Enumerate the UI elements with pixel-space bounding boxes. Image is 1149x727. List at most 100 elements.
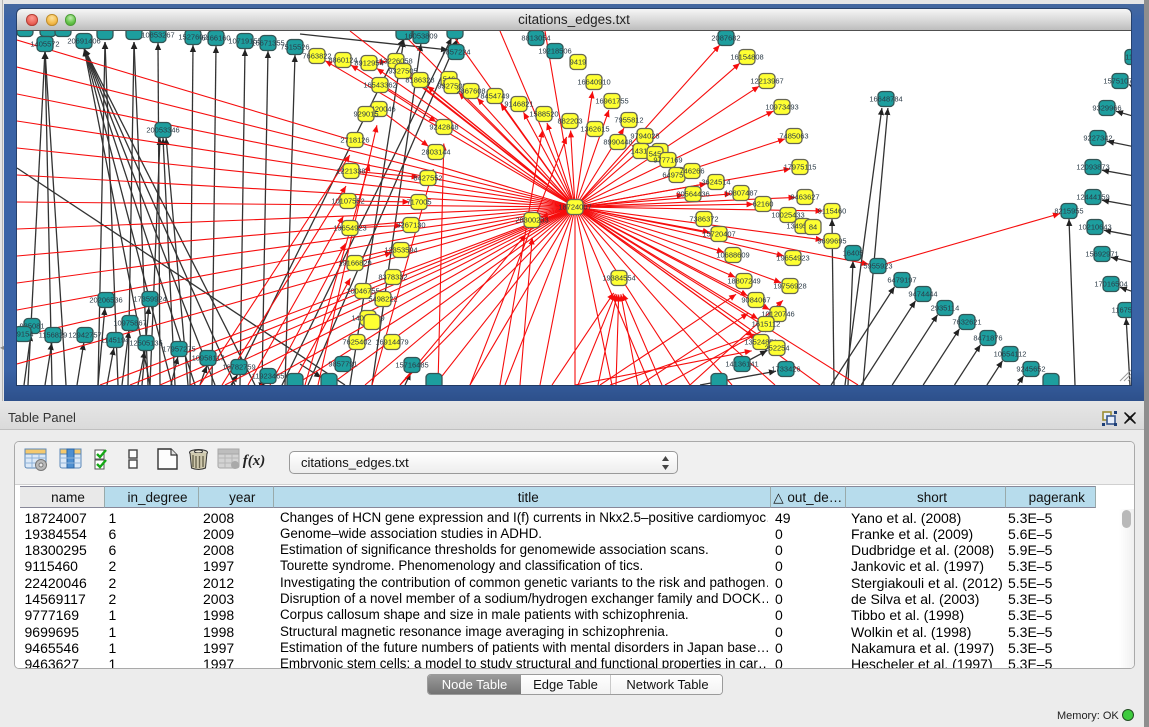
svg-text:16053809: 16053809 [404, 32, 437, 41]
svg-text:15692971: 15692971 [1085, 250, 1118, 259]
svg-text:20206536: 20206536 [89, 296, 122, 305]
svg-text:9699695: 9699695 [817, 237, 846, 246]
svg-text:929015: 929015 [353, 110, 378, 119]
svg-text:10807487: 10807487 [724, 189, 757, 198]
svg-text:2087682: 2087682 [711, 34, 740, 43]
svg-text:12444159: 12444159 [1076, 193, 1109, 202]
svg-text:7386372: 7386372 [689, 215, 718, 224]
svg-text:99154: 99154 [17, 330, 33, 339]
svg-text:8215955: 8215955 [1054, 207, 1083, 216]
svg-text:1145194: 1145194 [101, 336, 130, 345]
svg-text:1112: 1112 [1125, 53, 1131, 62]
svg-text:19218506: 19218506 [538, 47, 571, 56]
svg-text:8813054: 8813054 [521, 34, 550, 43]
svg-text:18724007: 18724007 [558, 203, 591, 212]
svg-text:16914479: 16914479 [375, 338, 408, 347]
svg-text:9329966: 9329966 [1092, 104, 1121, 113]
svg-text:16154808: 16154808 [730, 53, 763, 62]
svg-text:20691406: 20691406 [67, 37, 100, 46]
svg-text:3624514: 3624514 [701, 178, 730, 187]
svg-text:16405: 16405 [843, 249, 864, 258]
svg-text:17975115: 17975115 [784, 163, 817, 172]
svg-text:10654112: 10654112 [994, 350, 1027, 359]
svg-text:15720407: 15720407 [702, 230, 735, 239]
svg-text:7625402: 7625402 [342, 338, 371, 347]
svg-text:9419: 9419 [570, 58, 587, 67]
svg-text:10107552: 10107552 [331, 197, 364, 206]
svg-text:8860124: 8860124 [328, 56, 357, 65]
svg-text:15716485: 15716485 [395, 361, 428, 370]
svg-text:19166829: 19166829 [338, 259, 371, 268]
svg-text:12505135: 12505135 [129, 339, 162, 348]
svg-text:20564436: 20564436 [676, 190, 709, 199]
svg-text:7857224: 7857224 [441, 48, 470, 57]
svg-text:16543362: 16543362 [363, 81, 396, 90]
svg-text:7515526: 7515526 [280, 43, 309, 52]
svg-text:10973493: 10973493 [765, 103, 798, 112]
svg-text:1167533: 1167533 [1112, 306, 1131, 315]
svg-text:2718126: 2718126 [340, 136, 369, 145]
svg-text:16648784: 16648784 [869, 95, 902, 104]
svg-text:19654923: 19654923 [333, 224, 366, 233]
svg-text:1362615: 1362615 [580, 125, 609, 134]
svg-text:9794028: 9794028 [630, 132, 659, 141]
svg-text:12213967: 12213967 [750, 77, 783, 86]
svg-text:6466160: 6466160 [201, 34, 230, 43]
svg-text:2935114: 2935114 [931, 304, 960, 313]
svg-text:12942757: 12942757 [68, 331, 101, 340]
svg-text:62160: 62160 [753, 200, 774, 209]
svg-text:19654923: 19654923 [776, 254, 809, 263]
svg-text:18807249: 18807249 [727, 277, 760, 286]
svg-text:10975867: 10975867 [113, 319, 146, 328]
svg-text:28300233: 28300233 [515, 216, 548, 225]
svg-text:252254: 252254 [764, 344, 789, 353]
svg-text:17957275: 17957275 [162, 345, 195, 354]
svg-text:16961755: 16961755 [595, 97, 628, 106]
svg-text:9463627: 9463627 [790, 193, 819, 202]
svg-text:717005: 717005 [406, 198, 431, 207]
svg-text:9242848: 9242848 [429, 123, 458, 132]
svg-text:15751074: 15751074 [1103, 77, 1131, 86]
svg-text:882203: 882203 [557, 117, 582, 126]
svg-text:16640910: 16640910 [577, 78, 610, 87]
svg-text:17016504: 17016504 [1094, 280, 1127, 289]
svg-text:19756928: 19756928 [773, 282, 806, 291]
svg-text:1221338: 1221338 [336, 167, 365, 176]
svg-text:16782759: 16782759 [222, 363, 255, 372]
svg-text:8471876: 8471876 [973, 334, 1002, 343]
svg-text:3267130: 3267130 [396, 221, 425, 230]
svg-text:19384554: 19384554 [602, 274, 635, 283]
svg-text:10210643: 10210643 [1078, 223, 1111, 232]
svg-text:7632621: 7632621 [952, 318, 981, 327]
svg-text:1615112: 1615112 [752, 320, 781, 329]
svg-text:10958117: 10958117 [192, 354, 225, 363]
svg-text:9245652: 9245652 [1016, 365, 1045, 374]
svg-text:9474444: 9474444 [908, 290, 937, 299]
svg-text:11923465: 11923465 [252, 372, 285, 381]
svg-text:9857791: 9857791 [328, 360, 357, 369]
svg-text:8990448: 8990448 [603, 138, 632, 147]
svg-text:6479197: 6479197 [887, 276, 916, 285]
svg-text:7955812: 7955812 [614, 116, 643, 125]
svg-text:8186328: 8186328 [405, 76, 434, 85]
svg-text:f(x): f(x) [243, 453, 266, 469]
svg-text:8427552: 8427552 [413, 174, 442, 183]
svg-text:1405572: 1405572 [30, 40, 59, 49]
svg-text:5955923: 5955923 [863, 262, 892, 271]
svg-text:9115460: 9115460 [818, 207, 847, 216]
svg-text:1156829: 1156829 [39, 331, 68, 340]
svg-text:14136141: 14136141 [725, 360, 758, 369]
svg-text:1588520: 1588520 [529, 110, 558, 119]
svg-text:9084067: 9084067 [741, 296, 770, 305]
svg-text:9146821: 9146821 [504, 100, 533, 109]
svg-text:746266: 746266 [679, 167, 704, 176]
svg-text:7663822: 7663822 [302, 52, 331, 61]
svg-text:17359924: 17359924 [133, 295, 166, 304]
svg-text:10688609: 10688609 [716, 251, 749, 260]
svg-text:1733426: 1733426 [771, 365, 800, 374]
svg-text:12093873: 12093873 [1076, 163, 1109, 172]
svg-text:84: 84 [809, 223, 817, 232]
svg-text:20053346: 20053346 [146, 126, 179, 135]
svg-text:5498222: 5498222 [368, 295, 397, 304]
svg-text:12353594: 12353594 [384, 246, 417, 255]
